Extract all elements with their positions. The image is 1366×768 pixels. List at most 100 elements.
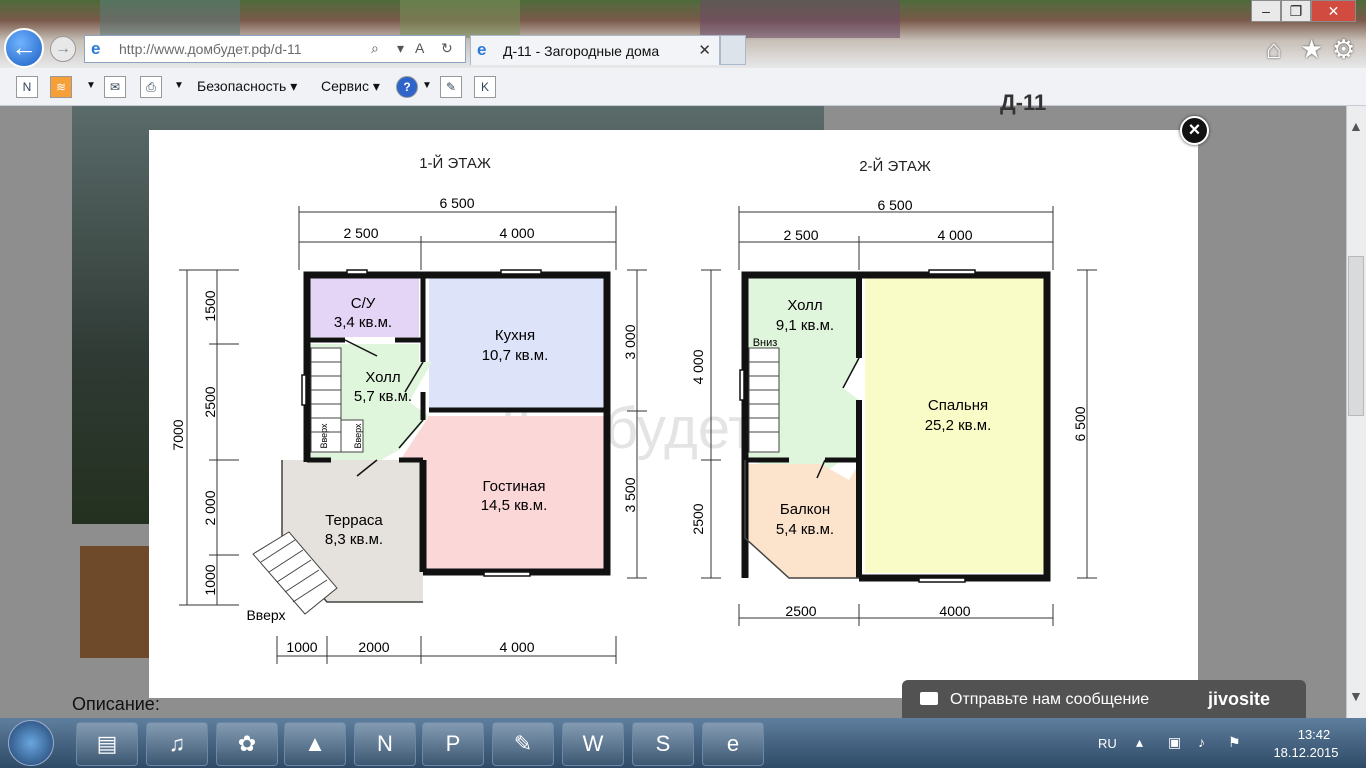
room-area: 25,2 кв.м. [925,417,992,434]
flag-icon[interactable]: ⚑ [1228,734,1241,751]
floor1-stairs-up-label-1: Вверх [319,423,329,449]
service-menu[interactable]: Сервис ▾ [321,78,380,95]
room-area: 5,4 кв.м. [776,521,834,538]
jivosite-logo: jivosite [1208,689,1271,709]
description-label: Описание: [72,694,160,714]
room-label: Холл [365,369,400,386]
room-area: 8,3 кв.м. [325,531,383,548]
language-indicator[interactable]: RU [1098,736,1117,751]
floor1-dim-bottom-1: 1000 [286,639,317,655]
floor1-dim-total: 6 500 [439,195,474,211]
floor-plan-image: Домбудет.рф 1-Й ЭТАЖ 6 500 2 500 4 000 7… [170,154,1097,664]
onenote-taskbar-icon[interactable]: N [354,722,416,766]
floor1-dim-bottom-3: 4 000 [499,639,534,655]
forward-button[interactable]: → [50,36,76,62]
favorites-icon[interactable]: ★ [1300,34,1323,65]
scroll-up-arrow-icon[interactable]: ▲ [1349,118,1363,134]
floor1-dim-right-1: 3 000 [622,324,638,359]
onenote-icon[interactable]: N [16,76,38,98]
floor2-dim-left-1: 4 000 [690,349,706,384]
floor2-title: 2-Й ЭТАЖ [859,157,931,175]
floor1-title: 1-Й ЭТАЖ [419,154,491,172]
chat-widget[interactable]: Отправьте нам сообщение jivosite [902,680,1306,720]
audio-taskbar-icon[interactable]: ♫ [146,722,208,766]
background-tile [100,0,240,38]
minimize-button[interactable]: – [1251,0,1281,22]
rss-dropdown-icon[interactable]: ▼ [86,80,96,91]
app-flower-taskbar-icon[interactable]: ✿ [216,722,278,766]
windows-taskbar: ▤ ♫ ✿ ▲ N P ✎ W S e RU ▴ ▣ ♪ ⚑ 13:42 18.… [0,718,1366,768]
volume-icon[interactable]: ♪ [1198,734,1205,750]
address-bar[interactable]: e http://www.домбудет.рф/d-11 ⌕ ▾ A ↻ [84,35,466,63]
floor1-dim-top-right: 4 000 [499,225,534,241]
chat-label: Отправьте нам сообщение [950,691,1150,708]
tab-close-icon[interactable]: ✕ [698,41,711,59]
explorer-taskbar-icon[interactable]: ▤ [76,722,138,766]
ie-icon: e [477,40,487,59]
paint-taskbar-icon[interactable]: ✎ [492,722,554,766]
tray-arrow-icon[interactable]: ▴ [1136,734,1143,751]
tab-active[interactable]: e Д-11 - Загородные дома ✕ [470,35,720,65]
pdf-taskbar-icon[interactable]: P [422,722,484,766]
back-button[interactable]: ← [4,28,44,68]
room-area: 10,7 кв.м. [482,347,549,364]
floor2-dim-right-total: 6 500 [1072,406,1088,441]
settings-gear-icon[interactable]: ⚙ [1332,34,1355,65]
clock-time[interactable]: 13:42 [1284,727,1344,742]
scroll-down-arrow-icon[interactable]: ▼ [1349,688,1363,704]
command-bar: N ≋ ▼ ✉ ⎙ ▼ Безопасность ▾ Сервис ▾ ? ▼ … [0,68,1366,106]
floor2-stairs [748,347,780,453]
background-tile [400,0,520,38]
help-dropdown-icon[interactable]: ▼ [422,80,432,91]
new-tab-button[interactable] [720,35,746,65]
lightbox-close-button[interactable]: × [1180,116,1209,145]
room-label: Спальня [928,397,988,414]
refresh-icon[interactable]: ↻ [441,40,453,57]
network-icon[interactable]: ▣ [1168,734,1181,751]
security-menu[interactable]: Безопасность ▾ [197,78,297,95]
k-extension-icon[interactable]: K [474,76,496,98]
mail-icon[interactable]: ✉ [104,76,126,98]
url-text[interactable]: http://www.домбудет.рф/d-11 [119,41,302,57]
scrollbar-thumb[interactable] [1348,256,1364,416]
room-label: Гостиная [483,478,546,495]
floor2-dim-top-right: 4 000 [937,227,972,243]
skype-taskbar-icon[interactable]: S [632,722,694,766]
ie-taskbar-icon[interactable]: e [702,722,764,766]
pen-icon[interactable]: ✎ [440,76,462,98]
room-area: 9,1 кв.м. [776,317,834,334]
floor1-dim-left-3: 2 000 [202,490,218,525]
search-icon[interactable]: ⌕ [371,40,379,57]
word-taskbar-icon[interactable]: W [562,722,624,766]
floor2-dim-top-left: 2 500 [783,227,818,243]
floor2-dim-bottom-2: 4000 [939,603,970,619]
restore-button[interactable]: ❐ [1281,0,1311,22]
help-icon[interactable]: ? [396,76,418,98]
dropdown-arrow-icon[interactable]: ▾ [397,40,404,57]
start-button[interactable] [8,720,54,766]
print-dropdown-icon[interactable]: ▼ [174,80,184,91]
app-triangle-taskbar-icon[interactable]: ▲ [284,722,346,766]
browser-titlebar: – ❐ ✕ ← → e http://www.домбудет.рф/d-11 … [0,0,1366,68]
house-thumbnail[interactable] [80,546,152,658]
floor1-dim-left-1: 1500 [202,290,218,321]
floor2-dim-total: 6 500 [877,197,912,213]
floor1-dim-bottom-2: 2000 [358,639,389,655]
compatibility-icon[interactable]: A [415,40,424,56]
room-label: Холл [787,297,822,314]
room-area: 5,7 кв.м. [354,388,412,405]
room-label: Терраса [325,512,383,529]
print-icon[interactable]: ⎙ [140,76,162,98]
home-icon[interactable]: ⌂ [1266,34,1282,65]
floor1-dim-right-2: 3 500 [622,477,638,512]
close-window-button[interactable]: ✕ [1311,0,1356,22]
window-controls: – ❐ ✕ [1251,0,1356,22]
service-label: Сервис [321,78,369,94]
floor1-dim-top-left: 2 500 [343,225,378,241]
ie-icon: e [91,39,101,58]
rss-icon[interactable]: ≋ [50,76,72,98]
clock-date[interactable]: 18.12.2015 [1266,745,1346,760]
floor1-dim-left-4: 1000 [202,564,218,595]
room-area: 14,5 кв.м. [481,497,548,514]
image-lightbox: Домбудет.рф 1-Й ЭТАЖ 6 500 2 500 4 000 7… [149,130,1198,698]
